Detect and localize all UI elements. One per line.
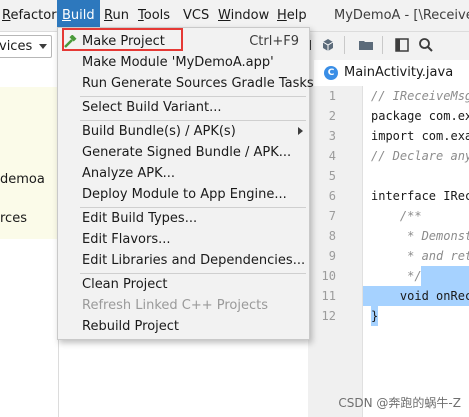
tab-label: MainActivity.java	[344, 65, 454, 80]
folder-icon[interactable]	[358, 37, 374, 53]
toolbar-divider	[382, 36, 383, 54]
run-config-value: vices	[0, 39, 33, 54]
menu-item-rebuild-project[interactable]: Rebuild Project	[58, 316, 309, 337]
line-number: 6	[328, 189, 336, 203]
line-number: 11	[321, 289, 336, 303]
code-line: * and ret	[371, 249, 469, 263]
toolbar-divider	[344, 36, 345, 54]
toolbar	[308, 32, 469, 58]
code-line: interface IRec	[371, 189, 469, 203]
menu-refactor[interactable]: Refactor	[2, 0, 57, 31]
menu-item-edit-libraries[interactable]: Edit Libraries and Dependencies...	[58, 250, 309, 271]
menu-item-refresh-linked-cpp: Refresh Linked C++ Projects	[82, 298, 269, 313]
code-editor[interactable]: // IReceiveMsg package com.ex import com…	[363, 86, 469, 417]
menu-item-edit-flavors[interactable]: Edit Flavors...	[58, 229, 309, 250]
chevron-right-icon	[298, 127, 303, 135]
line-number: 2	[328, 109, 336, 123]
watermark: CSDN @奔跑的蜗牛-Z	[338, 396, 461, 410]
code-line: // IReceiveMsg	[371, 89, 469, 103]
code-line: * Demonst	[371, 229, 469, 243]
tree-item[interactable]: demoa	[0, 172, 45, 187]
editor-tabs: C MainActivity.java	[308, 58, 469, 87]
line-number-gutter: 1 2 3 4 5 6 7 8 9 10 11 12	[308, 86, 363, 417]
menu-item-analyze-apk[interactable]: Analyze APK...	[58, 163, 309, 184]
window-title: MyDemoA - [\ReceiveM	[334, 8, 469, 23]
menu-item-edit-build-types[interactable]: Edit Build Types...	[58, 208, 309, 229]
annotation-highlight-box	[62, 28, 183, 51]
layout-icon[interactable]	[394, 37, 410, 53]
search-icon[interactable]	[418, 37, 434, 53]
menu-item-build-bundles[interactable]: Build Bundle(s) / APK(s)	[58, 121, 309, 142]
line-number: 8	[328, 229, 336, 243]
menu-item-make-module[interactable]: Make Module 'MyDemoA.app'	[58, 52, 309, 73]
line-number: 12	[321, 309, 336, 323]
menu-item-deploy-module[interactable]: Deploy Module to App Engine...	[58, 184, 309, 205]
run-config-select[interactable]: vices	[0, 35, 52, 58]
line-number: 3	[328, 129, 336, 143]
code-line: // Declare any	[371, 149, 469, 163]
line-number: 5	[328, 169, 336, 183]
shortcut-label: Ctrl+F9	[249, 34, 299, 49]
java-class-icon: C	[324, 66, 338, 80]
tree-item[interactable]: rces	[0, 211, 27, 226]
left-panel: vices demoa rces	[0, 32, 59, 417]
code-line: void onRec	[363, 286, 469, 306]
code-line: }	[371, 306, 379, 326]
code-line: package com.ex	[371, 109, 469, 123]
chevron-down-icon	[39, 44, 47, 49]
menu-item-clean-project[interactable]: Clean Project	[58, 274, 309, 295]
tab-main-activity[interactable]: C MainActivity.java	[314, 60, 469, 86]
code-line: /**	[371, 209, 422, 223]
line-number: 10	[321, 269, 336, 283]
sdk-box-icon[interactable]	[320, 37, 336, 53]
code-line: */	[371, 266, 469, 286]
build-menu-dropdown: Make Project Ctrl+F9 Make Module 'MyDemo…	[57, 27, 314, 340]
line-number: 7	[328, 209, 336, 223]
line-number: 9	[328, 249, 336, 263]
menu-item-generate-signed[interactable]: Generate Signed Bundle / APK...	[58, 142, 309, 163]
code-line: import com.exa	[371, 129, 469, 143]
menu-item-select-build-variant[interactable]: Select Build Variant...	[58, 97, 309, 118]
line-number: 4	[328, 149, 336, 163]
menu-item-run-generate-sources[interactable]: Run Generate Sources Gradle Tasks	[58, 73, 314, 94]
